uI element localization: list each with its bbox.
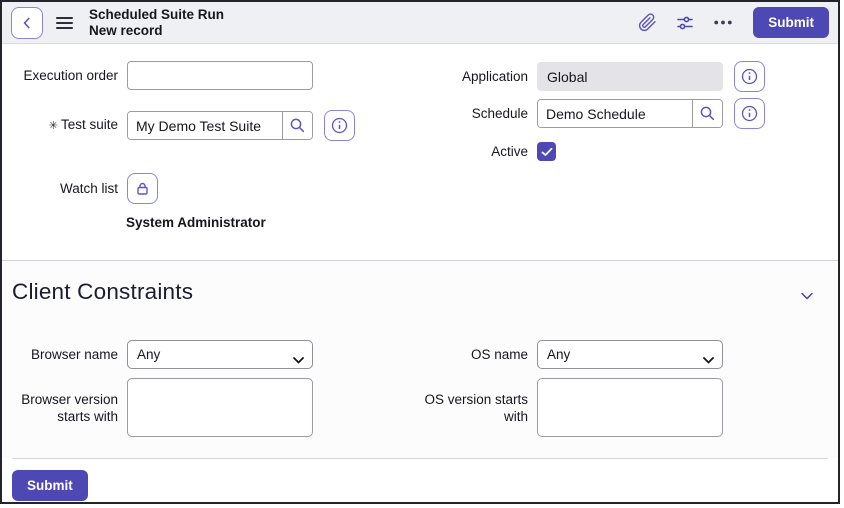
os-version-textarea[interactable] bbox=[537, 378, 723, 437]
required-icon: ✳ bbox=[48, 120, 58, 132]
page-subtitle: New record bbox=[89, 22, 163, 38]
browser-version-row: Browser version starts with bbox=[12, 378, 313, 437]
browser-name-select[interactable]: Any bbox=[127, 340, 313, 369]
ellipsis-icon bbox=[714, 20, 732, 25]
browser-name-row: Browser name Any bbox=[12, 340, 313, 369]
schedule-lookup-group bbox=[537, 99, 723, 128]
os-name-row: OS name Any bbox=[422, 340, 723, 369]
context-menu-button[interactable] bbox=[56, 16, 73, 29]
os-name-select-wrap: Any bbox=[537, 340, 723, 369]
hamburger-icon bbox=[56, 16, 73, 29]
application-row: Application Global bbox=[422, 61, 765, 92]
attachments-button[interactable] bbox=[631, 7, 663, 39]
os-version-label: OS version starts with bbox=[424, 391, 528, 424]
info-icon bbox=[330, 116, 349, 135]
header-actions: Submit bbox=[631, 7, 829, 39]
active-checkbox[interactable] bbox=[537, 142, 556, 161]
browser-name-select-wrap: Any bbox=[127, 340, 313, 369]
os-name-select[interactable]: Any bbox=[537, 340, 723, 369]
schedule-info-button[interactable] bbox=[734, 98, 765, 129]
info-icon bbox=[740, 104, 759, 123]
submit-button-header[interactable]: Submit bbox=[753, 7, 829, 38]
browser-version-textarea[interactable] bbox=[127, 378, 313, 437]
application-info-button[interactable] bbox=[734, 61, 765, 92]
sliders-icon bbox=[675, 13, 695, 33]
schedule-input[interactable] bbox=[538, 100, 692, 127]
application-label: Application bbox=[461, 69, 528, 84]
test-suite-input[interactable] bbox=[128, 112, 282, 139]
test-suite-info-button[interactable] bbox=[324, 110, 355, 141]
chevron-down-icon bbox=[798, 287, 816, 305]
section-collapse-button[interactable] bbox=[794, 283, 820, 309]
more-options-button[interactable] bbox=[707, 7, 739, 39]
section-title: Client Constraints bbox=[12, 279, 194, 304]
os-version-row: OS version starts with bbox=[422, 378, 723, 437]
os-name-label: OS name bbox=[470, 347, 528, 362]
watch-list-row: Watch list bbox=[12, 173, 158, 204]
execution-order-row: Execution order bbox=[12, 61, 313, 90]
application-value: Global bbox=[537, 62, 723, 91]
search-icon bbox=[699, 105, 716, 122]
test-suite-lookup-group bbox=[127, 111, 313, 140]
scheduled-suite-run-form: Scheduled Suite Run New record Submit Ex… bbox=[0, 0, 840, 504]
personalize-form-button[interactable] bbox=[669, 7, 701, 39]
form-header: Scheduled Suite Run New record Submit bbox=[2, 2, 838, 44]
client-constraints-section: Client Constraints Browser name Any OS n… bbox=[2, 260, 838, 458]
test-suite-lookup-button[interactable] bbox=[282, 112, 312, 139]
info-icon bbox=[740, 67, 759, 86]
browser-version-label: Browser version starts with bbox=[21, 391, 118, 424]
test-suite-label: ✳ Test suite bbox=[48, 117, 118, 132]
schedule-label: Schedule bbox=[471, 106, 528, 121]
schedule-row: Schedule bbox=[422, 98, 765, 129]
lock-icon bbox=[134, 180, 151, 197]
footer-divider bbox=[12, 458, 828, 459]
chevron-left-icon bbox=[20, 16, 34, 30]
watch-list-label: Watch list bbox=[59, 181, 118, 196]
execution-order-input[interactable] bbox=[127, 61, 313, 90]
page-title: Scheduled Suite Run bbox=[89, 7, 225, 22]
search-icon bbox=[289, 117, 306, 134]
active-label: Active bbox=[491, 144, 528, 159]
paperclip-icon bbox=[638, 13, 657, 32]
watch-list-member: System Administrator bbox=[126, 215, 266, 230]
test-suite-row: ✳ Test suite bbox=[12, 110, 355, 141]
browser-name-label: Browser name bbox=[30, 347, 118, 362]
page-title-block: Scheduled Suite Run New record bbox=[89, 7, 224, 38]
check-icon bbox=[541, 147, 553, 157]
execution-order-label: Execution order bbox=[23, 68, 118, 83]
back-button[interactable] bbox=[11, 6, 43, 39]
schedule-lookup-button[interactable] bbox=[692, 100, 722, 127]
active-row: Active bbox=[422, 142, 556, 161]
submit-button-footer[interactable]: Submit bbox=[12, 470, 88, 501]
watch-list-lock-button[interactable] bbox=[127, 173, 158, 204]
